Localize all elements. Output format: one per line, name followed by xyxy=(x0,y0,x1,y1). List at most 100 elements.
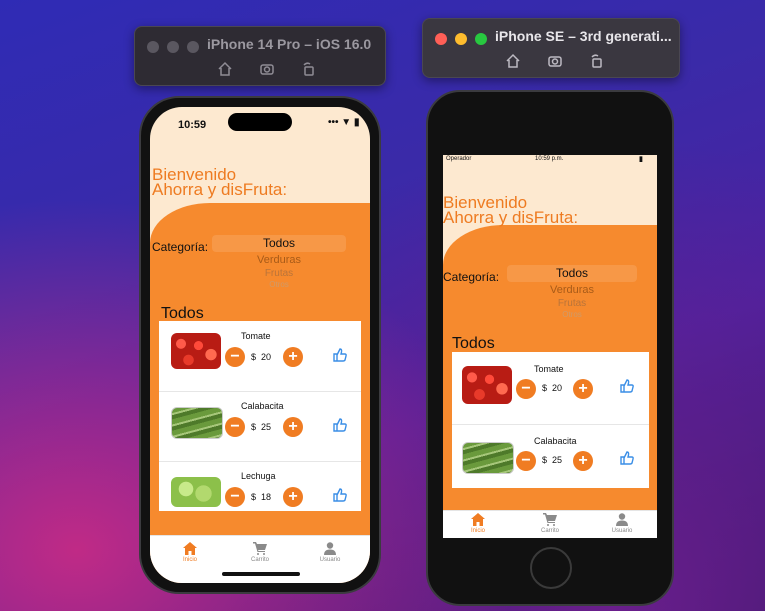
simulator-toolbar-iphonese: iPhone SE – 3rd generati... xyxy=(422,18,680,78)
picker-selected-option[interactable]: Todos xyxy=(507,265,637,282)
decrease-button[interactable]: − xyxy=(516,379,536,399)
category-picker[interactable]: Todos Verduras Frutas Otros xyxy=(212,235,346,290)
decrease-button[interactable]: − xyxy=(516,451,536,471)
home-indicator xyxy=(222,572,300,576)
user-icon xyxy=(324,542,336,555)
window-controls xyxy=(147,41,199,53)
welcome-line-2: Ahorra y disFruta: xyxy=(152,180,288,199)
tab-usuario[interactable]: Usuario xyxy=(300,542,360,563)
minimize-window-button[interactable] xyxy=(167,41,179,53)
product-image xyxy=(171,477,221,507)
category-picker[interactable]: Todos Verduras Frutas Otros xyxy=(507,265,637,320)
app-screen: 10:59 ••• ▼ ▮ Bienvenido Ahorra y disFru… xyxy=(150,107,370,583)
decrease-button[interactable]: − xyxy=(225,487,245,507)
product-image xyxy=(462,366,512,404)
tab-inicio[interactable]: Inicio xyxy=(448,513,508,534)
picker-option[interactable]: Frutas xyxy=(507,298,637,310)
product-list[interactable]: Tomate − $ 20 + Calabacita − $ 25 + xyxy=(452,352,649,488)
rotate-icon[interactable] xyxy=(301,61,317,77)
cart-icon xyxy=(253,542,267,555)
home-icon[interactable] xyxy=(217,61,233,77)
picker-option[interactable]: Verduras xyxy=(212,252,346,268)
close-window-button[interactable] xyxy=(435,33,447,45)
product-price: $ 18 xyxy=(251,492,271,502)
picker-selected-option[interactable]: Todos xyxy=(212,235,346,252)
thumbs-up-icon[interactable] xyxy=(620,451,634,465)
product-list[interactable]: Tomate − $ 20 + Calabacita − $ 25 + Lech… xyxy=(159,321,361,511)
picker-option[interactable]: Otros xyxy=(507,310,637,320)
product-image xyxy=(171,333,221,369)
picker-option[interactable]: Otros xyxy=(212,280,346,290)
product-name: Calabacita xyxy=(534,436,577,446)
home-icon xyxy=(183,542,197,555)
window-title: iPhone SE – 3rd generati... xyxy=(495,28,672,44)
thumbs-up-icon[interactable] xyxy=(333,418,347,432)
thumbs-up-icon[interactable] xyxy=(333,348,347,362)
increase-button[interactable]: + xyxy=(283,347,303,367)
product-image xyxy=(462,442,514,474)
rotate-icon[interactable] xyxy=(589,53,605,69)
tab-inicio[interactable]: Inicio xyxy=(160,542,220,563)
product-price: $ 20 xyxy=(251,352,271,362)
tab-usuario[interactable]: Usuario xyxy=(592,513,652,534)
status-carrier: Operador xyxy=(446,156,472,162)
decrease-button[interactable]: − xyxy=(225,347,245,367)
home-button[interactable] xyxy=(530,547,572,589)
tab-label: Inicio xyxy=(182,557,197,563)
list-item: Tomate − $ 20 + xyxy=(159,321,361,392)
product-name: Tomate xyxy=(241,331,271,341)
product-name: Tomate xyxy=(534,364,564,374)
iphone-se-device: Operador 10:59 p.m. ▮ Bienvenido Ahorra … xyxy=(426,90,674,606)
product-price: $ 20 xyxy=(542,383,562,393)
price-value: 20 xyxy=(261,352,272,362)
increase-button[interactable]: + xyxy=(573,451,593,471)
tab-label: Carrito xyxy=(540,528,559,534)
status-time: 10:59 p.m. xyxy=(535,156,564,162)
price-value: 20 xyxy=(552,383,563,393)
currency: $ xyxy=(542,383,548,393)
product-image xyxy=(171,407,223,439)
zoom-window-button[interactable] xyxy=(187,41,199,53)
list-item: Lechuga − $ 18 + xyxy=(159,461,361,511)
price-value: 18 xyxy=(261,492,272,502)
currency: $ xyxy=(251,492,257,502)
screenshot-icon[interactable] xyxy=(547,53,563,69)
simulator-toolbar-iphone14: iPhone 14 Pro – iOS 16.0 xyxy=(134,26,386,86)
increase-button[interactable]: + xyxy=(283,487,303,507)
increase-button[interactable]: + xyxy=(283,417,303,437)
picker-option[interactable]: Frutas xyxy=(212,268,346,280)
decrease-button[interactable]: − xyxy=(225,417,245,437)
tab-bar: Inicio Carrito Usuario xyxy=(443,510,657,538)
screenshot-icon[interactable] xyxy=(259,61,275,77)
product-price: $ 25 xyxy=(542,455,562,465)
tab-label: Usuario xyxy=(319,557,341,563)
product-name: Calabacita xyxy=(241,401,284,411)
status-icons: ••• ▼ ▮ xyxy=(328,117,360,128)
currency: $ xyxy=(542,455,548,465)
minimize-window-button[interactable] xyxy=(455,33,467,45)
increase-button[interactable]: + xyxy=(573,379,593,399)
window-title: iPhone 14 Pro – iOS 16.0 xyxy=(207,36,372,52)
tab-label: Inicio xyxy=(470,528,485,534)
battery-icon: ▮ xyxy=(639,156,643,163)
user-icon xyxy=(616,513,628,526)
tab-label: Carrito xyxy=(250,557,269,563)
category-label: Categoría: xyxy=(443,270,500,284)
welcome-title: Bienvenido Ahorra y disFruta: xyxy=(152,166,288,199)
tab-carrito[interactable]: Carrito xyxy=(230,542,290,563)
status-time: 10:59 xyxy=(178,119,207,131)
home-icon xyxy=(471,513,485,526)
currency: $ xyxy=(251,352,257,362)
category-label: Categoría: xyxy=(152,240,209,254)
thumbs-up-icon[interactable] xyxy=(620,379,634,393)
picker-option[interactable]: Verduras xyxy=(507,282,637,298)
thumbs-up-icon[interactable] xyxy=(333,488,347,502)
zoom-window-button[interactable] xyxy=(475,33,487,45)
currency: $ xyxy=(251,422,257,432)
close-window-button[interactable] xyxy=(147,41,159,53)
home-icon[interactable] xyxy=(505,53,521,69)
cart-icon xyxy=(543,513,557,526)
tab-carrito[interactable]: Carrito xyxy=(520,513,580,534)
product-price: $ 25 xyxy=(251,422,271,432)
price-value: 25 xyxy=(552,455,563,465)
